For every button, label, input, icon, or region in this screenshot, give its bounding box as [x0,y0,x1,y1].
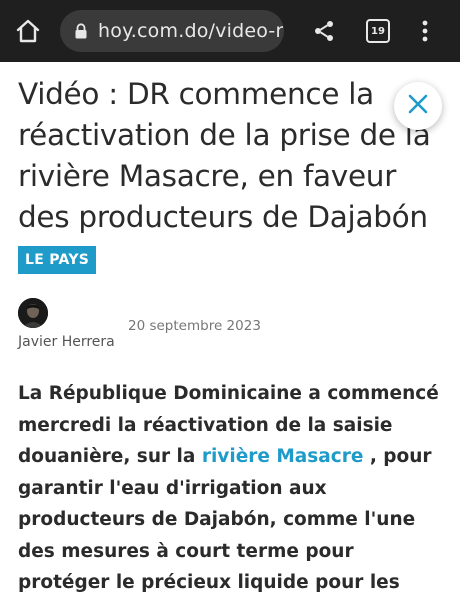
tabs-icon[interactable]: 19 [366,19,390,43]
home-icon[interactable] [14,17,42,45]
address-bar[interactable]: hoy.com.do/video-r [60,10,284,52]
publish-date: 20 septembre 2023 [128,318,261,334]
category-badge[interactable]: LE PAYS [18,246,97,274]
url-text: hoy.com.do/video-r [98,20,284,42]
lock-icon[interactable] [74,23,88,39]
avatar[interactable] [18,298,48,328]
river-link[interactable]: rivière Masacre [202,446,364,467]
tab-count: 19 [371,25,385,37]
author-name[interactable]: Javier Herrera [18,334,115,350]
browser-toolbar: hoy.com.do/video-r 19 [0,0,460,62]
article-title: Vidéo : DR commence la réactivation de l… [18,77,431,234]
close-icon [407,93,429,120]
more-vert-icon[interactable] [420,19,430,43]
body-text-end: , pour garantir l'eau d'irrigation aux p… [18,446,432,593]
share-icon[interactable] [312,19,336,43]
close-button[interactable] [394,82,442,130]
article-body: La République Dominicaine a commencé mer… [18,378,448,600]
